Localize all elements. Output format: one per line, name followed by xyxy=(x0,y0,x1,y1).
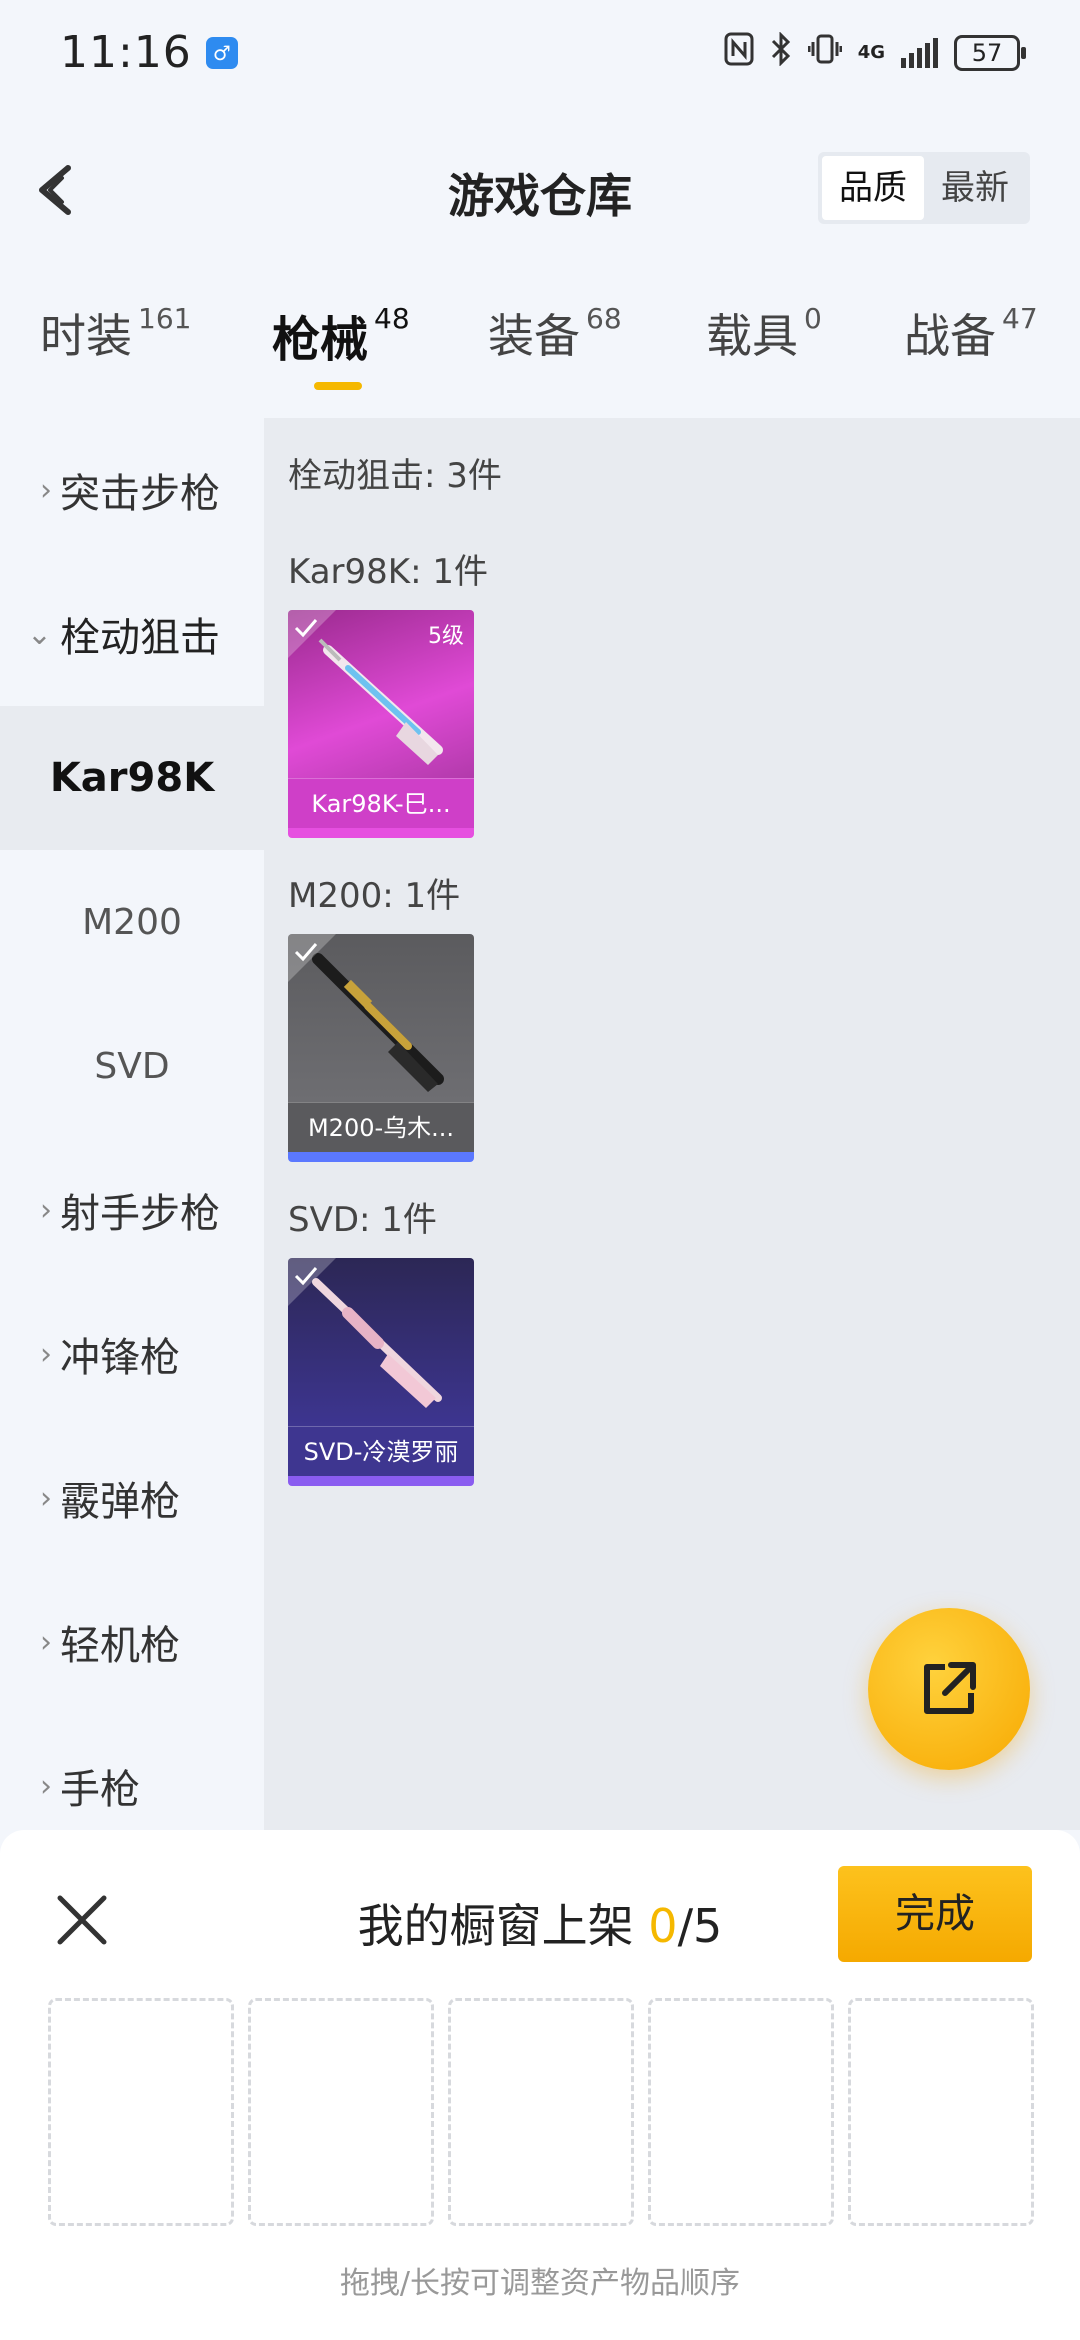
status-time: 11:16 xyxy=(60,27,192,78)
sidebar-item-label: 冲锋枪 xyxy=(60,1335,180,1381)
tab-label: 战备 xyxy=(904,309,996,363)
rarity-bar xyxy=(288,1476,474,1486)
sidebar-item-smg[interactable]: › 冲锋枪 xyxy=(0,1282,264,1426)
bluetooth-icon xyxy=(770,31,792,73)
tab-vehicles[interactable]: 载具 0 xyxy=(706,300,822,366)
tab-battle-supplies[interactable]: 战备 47 xyxy=(904,300,1038,366)
reorder-hint: 拖拽/长按可调整资产物品顺序 xyxy=(339,2266,741,2301)
sidebar-item-label: 栓动狙击 xyxy=(60,615,220,661)
category-tabs: 时装 161 枪械 48 装备 68 载具 0 战备 47 xyxy=(0,300,1080,410)
nfc-icon xyxy=(724,32,754,73)
tab-label: 枪械 xyxy=(272,312,369,368)
sidebar: › 突击步枪 ⌄ 栓动狙击 Kar98K M200 SVD › 射手步枪 › 冲… xyxy=(0,418,264,1830)
status-bar: 11:16 ♂ 4G 57 xyxy=(0,0,1080,105)
sidebar-item-bolt-sniper[interactable]: ⌄ 栓动狙击 xyxy=(0,562,264,706)
sidebar-item-lmg[interactable]: › 轻机枪 xyxy=(0,1570,264,1714)
showcase-title-text: 我的橱窗上架 xyxy=(357,1899,634,1953)
tab-count: 68 xyxy=(586,302,622,335)
showcase-count-total: /5 xyxy=(677,1899,723,1953)
showcase-slots xyxy=(48,1998,1034,2226)
chevron-right-icon: › xyxy=(40,1768,52,1804)
tab-label: 时装 xyxy=(40,309,132,363)
tab-label: 载具 xyxy=(706,309,798,363)
showcase-panel: 我的橱窗上架 0/5 完成 拖拽/长按可调整资产物品顺序 xyxy=(0,1830,1080,2340)
sidebar-subitem-svd[interactable]: SVD xyxy=(0,994,264,1138)
sidebar-item-label: 手枪 xyxy=(60,1767,140,1813)
header: 游戏仓库 品质 最新 xyxy=(0,130,1080,250)
item-card-m200[interactable]: M200-乌木... xyxy=(288,934,474,1162)
showcase-slot[interactable] xyxy=(448,1998,634,2226)
tab-equipment[interactable]: 装备 68 xyxy=(488,300,622,366)
showcase-count-current: 0 xyxy=(648,1899,678,1953)
check-corner-icon xyxy=(288,1258,336,1306)
chevron-right-icon: › xyxy=(40,1192,52,1228)
item-level-badge: 5级 xyxy=(428,624,464,649)
chevron-right-icon: › xyxy=(40,1480,52,1516)
sidebar-subitem-kar98k[interactable]: Kar98K xyxy=(0,706,264,850)
group-title-svd: SVD: 1件 xyxy=(288,1200,437,1240)
status-icons: 4G 57 xyxy=(724,31,1026,73)
category-summary: 栓动狙击: 3件 xyxy=(288,456,502,496)
chevron-down-icon: ⌄ xyxy=(26,616,52,652)
check-corner-icon xyxy=(288,610,336,658)
item-label: SVD-冷漠罗丽 xyxy=(288,1426,474,1476)
showcase-slot[interactable] xyxy=(648,1998,834,2226)
item-card-svd[interactable]: SVD-冷漠罗丽 xyxy=(288,1258,474,1486)
share-icon xyxy=(924,1662,976,1714)
check-corner-icon xyxy=(288,934,336,982)
tab-count: 48 xyxy=(374,302,410,335)
tab-label: 装备 xyxy=(488,309,580,363)
sort-option-quality[interactable]: 品质 xyxy=(822,156,924,220)
item-card-kar98k[interactable]: 5级 Kar98K-巳... xyxy=(288,610,474,838)
tab-count: 161 xyxy=(138,302,192,335)
sidebar-item-shotgun[interactable]: › 霰弹枪 xyxy=(0,1426,264,1570)
battery-indicator: 57 xyxy=(954,34,1026,71)
rarity-bar xyxy=(288,828,474,838)
rarity-bar xyxy=(288,1152,474,1162)
sidebar-item-label: 射手步枪 xyxy=(60,1191,220,1237)
tab-firearms[interactable]: 枪械 48 xyxy=(272,300,410,390)
signal-icon xyxy=(901,37,938,68)
sidebar-item-label: 轻机枪 xyxy=(60,1623,180,1669)
showcase-slot[interactable] xyxy=(848,1998,1034,2226)
app-notification-icon: ♂ xyxy=(205,36,238,69)
active-tab-indicator xyxy=(314,382,362,390)
sort-toggle: 品质 最新 xyxy=(818,152,1030,224)
tab-fashion[interactable]: 时装 161 xyxy=(40,300,191,366)
item-label: Kar98K-巳... xyxy=(288,778,474,828)
tab-count: 0 xyxy=(804,302,822,335)
group-title-kar98k: Kar98K: 1件 xyxy=(288,552,488,592)
share-button[interactable] xyxy=(868,1608,1030,1770)
group-title-m200: M200: 1件 xyxy=(288,876,461,916)
sidebar-item-label: 霰弹枪 xyxy=(60,1479,180,1525)
showcase-slot[interactable] xyxy=(48,1998,234,2226)
chevron-right-icon: › xyxy=(40,1336,52,1372)
item-label: M200-乌木... xyxy=(288,1102,474,1152)
chevron-right-icon: › xyxy=(40,1624,52,1660)
done-button[interactable]: 完成 xyxy=(838,1866,1032,1962)
chevron-right-icon: › xyxy=(40,472,52,508)
sidebar-subitem-m200[interactable]: M200 xyxy=(0,850,264,994)
sidebar-item-label: 突击步枪 xyxy=(60,471,220,517)
tab-count: 47 xyxy=(1002,302,1038,335)
network-type: 4G xyxy=(857,42,885,63)
vibrate-icon xyxy=(807,32,843,73)
showcase-slot[interactable] xyxy=(248,1998,434,2226)
sidebar-item-assault-rifle[interactable]: › 突击步枪 xyxy=(0,418,264,562)
sort-option-newest[interactable]: 最新 xyxy=(924,156,1026,220)
sidebar-item-marksman-rifle[interactable]: › 射手步枪 xyxy=(0,1138,264,1282)
